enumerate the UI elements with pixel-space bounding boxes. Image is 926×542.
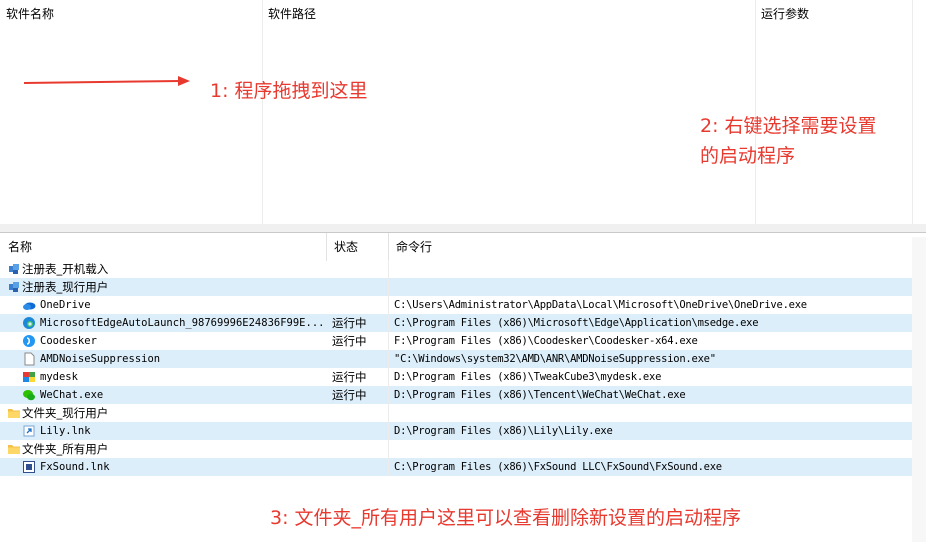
column-divider bbox=[388, 386, 389, 404]
tree-item-label: mydesk bbox=[40, 371, 78, 383]
wechat-icon bbox=[23, 390, 35, 401]
column-divider bbox=[388, 440, 389, 458]
fxsound-icon bbox=[23, 461, 35, 473]
arrow-right-icon bbox=[23, 76, 190, 86]
tree-item-label: WeChat.exe bbox=[40, 389, 104, 401]
command-line-cell: "C:\Windows\system32\AMD\ANR\AMDNoiseSup… bbox=[394, 353, 716, 365]
column-divider bbox=[388, 332, 389, 350]
tree-item-label: Lily.lnk bbox=[40, 425, 91, 437]
tree-item-label: FxSound.lnk bbox=[40, 461, 110, 473]
software-list-pane[interactable]: 软件名称 软件路径 运行参数 1: 程序拖拽到这里 2: 右键选择需要设置 的启… bbox=[0, 0, 926, 225]
annotation-step-2-line-2: 的启动程序 bbox=[700, 145, 796, 167]
column-divider bbox=[388, 278, 389, 296]
column-divider bbox=[388, 458, 389, 476]
status-cell bbox=[332, 422, 387, 440]
status-cell: 运行中 bbox=[332, 316, 367, 330]
command-line-cell: D:\Program Files (x86)\Tencent\WeChat\We… bbox=[394, 389, 686, 401]
coodesker-icon bbox=[23, 335, 35, 347]
status-cell: 运行中 bbox=[332, 388, 367, 402]
edge-icon bbox=[23, 317, 35, 329]
folder-icon bbox=[8, 409, 20, 418]
column-divider bbox=[262, 0, 263, 224]
tree-group-registry-current-user[interactable]: 注册表_现行用户 bbox=[0, 278, 912, 296]
status-cell: 运行中 bbox=[332, 370, 367, 384]
column-divider bbox=[388, 422, 389, 440]
column-divider bbox=[388, 368, 389, 386]
tree-item-label: 文件夹_所有用户 bbox=[22, 442, 109, 456]
startup-item-coodesker[interactable]: Coodesker 运行中 F:\Program Files (x86)\Coo… bbox=[0, 332, 912, 350]
command-line-cell: D:\Program Files (x86)\TweakCube3\mydesk… bbox=[394, 371, 662, 383]
tree-item-label: 文件夹_现行用户 bbox=[22, 406, 109, 420]
mydesk-icon bbox=[23, 372, 35, 382]
annotation-step-1: 1: 程序拖拽到这里 bbox=[210, 80, 368, 102]
column-divider bbox=[388, 314, 389, 332]
column-status[interactable]: 状态 bbox=[326, 233, 388, 261]
startup-item-edge[interactable]: MicrosoftEdgeAutoLaunch_98769996E24836F9… bbox=[0, 314, 912, 332]
tree-item-label: Coodesker bbox=[40, 335, 97, 347]
column-command-line[interactable]: 命令行 bbox=[388, 233, 912, 261]
command-line-cell: D:\Program Files (x86)\Lily\Lily.exe bbox=[394, 425, 613, 437]
tree-item-label: MicrosoftEdgeAutoLaunch_98769996E24836F9… bbox=[40, 317, 325, 329]
pane-splitter[interactable] bbox=[0, 224, 926, 233]
command-line-cell: C:\Users\Administrator\AppData\Local\Mic… bbox=[394, 299, 807, 311]
startup-item-wechat[interactable]: WeChat.exe 运行中 D:\Program Files (x86)\Te… bbox=[0, 386, 912, 404]
column-divider bbox=[388, 296, 389, 314]
status-cell: 运行中 bbox=[332, 334, 367, 348]
tree-group-folder-all-users[interactable]: 文件夹_所有用户 bbox=[0, 440, 912, 458]
annotation-step-2-line-1: 2: 右键选择需要设置 bbox=[700, 115, 877, 137]
tree-group-folder-current-user[interactable]: 文件夹_现行用户 bbox=[0, 404, 912, 422]
column-divider bbox=[388, 260, 389, 278]
startup-item-mydesk[interactable]: mydesk 运行中 D:\Program Files (x86)\TweakC… bbox=[0, 368, 912, 386]
column-software-path[interactable]: 软件路径 bbox=[262, 0, 755, 28]
status-cell bbox=[332, 458, 387, 476]
startup-items-pane[interactable]: 名称 状态 命令行 注册表_开机载入 注册表_现行用户 OneDrive C:\… bbox=[0, 233, 926, 542]
tree-item-label: 注册表_开机载入 bbox=[22, 262, 109, 276]
column-divider bbox=[388, 350, 389, 368]
column-software-name[interactable]: 软件名称 bbox=[0, 0, 262, 28]
vertical-scrollbar[interactable] bbox=[912, 237, 926, 542]
tree-item-label: OneDrive bbox=[40, 299, 91, 311]
tree-item-label: AMDNoiseSuppression bbox=[40, 353, 161, 365]
column-divider bbox=[388, 404, 389, 422]
blank-file-icon bbox=[24, 352, 35, 366]
startup-items-header: 名称 状态 命令行 bbox=[0, 233, 926, 261]
command-line-cell: F:\Program Files (x86)\Coodesker\Coodesk… bbox=[394, 335, 698, 347]
status-cell bbox=[332, 296, 387, 314]
column-name[interactable]: 名称 bbox=[0, 233, 326, 261]
annotation-step-3: 3: 文件夹_所有用户这里可以查看删除新设置的启动程序 bbox=[270, 507, 742, 529]
command-line-cell: C:\Program Files (x86)\FxSound LLC\FxSou… bbox=[394, 461, 722, 473]
command-line-cell: C:\Program Files (x86)\Microsoft\Edge\Ap… bbox=[394, 317, 759, 329]
registry-icon bbox=[9, 282, 19, 292]
column-run-args[interactable]: 运行参数 bbox=[755, 0, 912, 28]
column-divider bbox=[912, 0, 913, 224]
startup-item-onedrive[interactable]: OneDrive C:\Users\Administrator\AppData\… bbox=[0, 296, 912, 314]
tree-group-registry-startup[interactable]: 注册表_开机载入 bbox=[0, 260, 912, 278]
shortcut-icon bbox=[23, 425, 35, 437]
status-cell bbox=[332, 350, 387, 368]
software-list-header: 软件名称 软件路径 运行参数 bbox=[0, 0, 926, 28]
startup-item-fxsound[interactable]: FxSound.lnk C:\Program Files (x86)\FxSou… bbox=[0, 458, 912, 476]
registry-icon bbox=[9, 264, 19, 274]
startup-item-amd-noise-suppression[interactable]: AMDNoiseSuppression "C:\Windows\system32… bbox=[0, 350, 912, 368]
startup-item-lily[interactable]: Lily.lnk D:\Program Files (x86)\Lily\Lil… bbox=[0, 422, 912, 440]
folder-icon bbox=[8, 445, 20, 454]
onedrive-icon bbox=[23, 302, 36, 310]
tree-item-label: 注册表_现行用户 bbox=[22, 280, 109, 294]
